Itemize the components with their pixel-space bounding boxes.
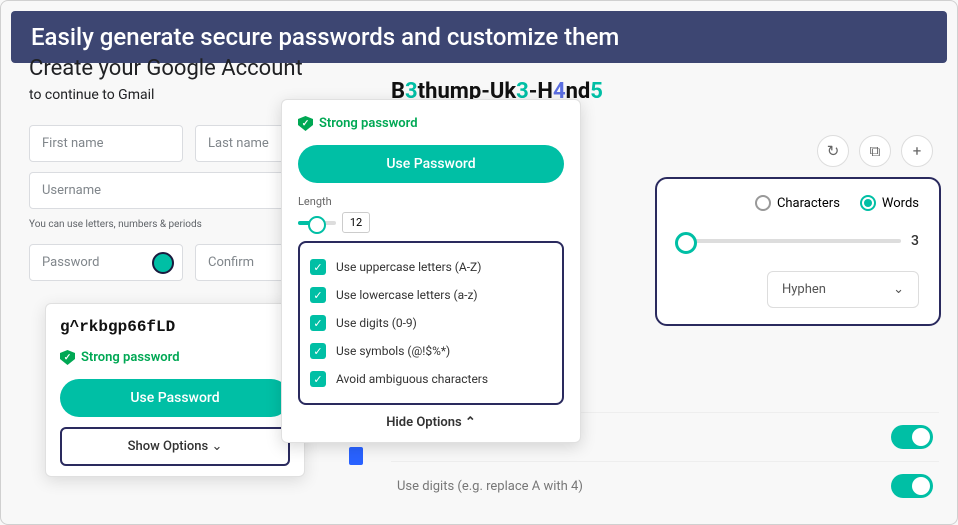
use-password-button[interactable]: Use Password	[298, 145, 564, 183]
option-uppercase[interactable]: ✓Use uppercase letters (A-Z)	[308, 253, 554, 281]
word-count-value: 3	[911, 233, 919, 249]
length-slider[interactable]	[298, 221, 336, 225]
generated-password: g^rkbgp66fLD	[60, 318, 290, 336]
chevron-down-icon: ⌄	[211, 439, 222, 454]
mode-characters-radio[interactable]: Characters	[755, 195, 840, 211]
options-box: ✓Use uppercase letters (A-Z) ✓Use lowerc…	[298, 241, 564, 405]
chevron-down-icon: ⌄	[893, 282, 904, 297]
mode-words-radio[interactable]: Words	[860, 195, 919, 211]
password-field[interactable]: Password	[29, 244, 183, 281]
refresh-button[interactable]: ↻	[817, 135, 849, 167]
checkbox-icon: ✓	[310, 287, 326, 303]
option-digits[interactable]: ✓Use digits (0-9)	[308, 309, 554, 337]
blue-indicator	[349, 447, 363, 465]
separator-select[interactable]: Hyphen ⌄	[767, 271, 919, 308]
checkbox-icon: ✓	[310, 259, 326, 275]
page-title: Create your Google Account	[29, 56, 349, 81]
radio-selected-icon	[860, 195, 876, 211]
checkbox-icon: ✓	[310, 315, 326, 331]
option-lowercase[interactable]: ✓Use lowercase letters (a-z)	[308, 281, 554, 309]
password-strength: Strong password	[60, 350, 290, 365]
toggle-switch-1[interactable]	[891, 425, 933, 449]
radio-icon	[755, 195, 771, 211]
length-value[interactable]: 12	[342, 212, 370, 233]
toggle-row-digits: Use digits (e.g. replace A with 4)	[391, 461, 939, 510]
toggle-switch-digits[interactable]	[891, 474, 933, 498]
password-strength: Strong password	[298, 116, 564, 131]
refresh-icon: ↻	[827, 142, 840, 160]
checkbox-icon: ✓	[310, 343, 326, 359]
password-manager-icon[interactable]	[152, 252, 174, 274]
hide-options-button[interactable]: Hide Options ⌃	[298, 415, 564, 430]
add-button[interactable]: +	[901, 135, 933, 167]
option-symbols[interactable]: ✓Use symbols (@!$%*)	[308, 337, 554, 365]
plus-icon: +	[913, 142, 922, 160]
copy-icon: ⧉	[870, 142, 881, 160]
length-label: Length	[298, 195, 564, 208]
shield-check-icon	[60, 350, 75, 365]
option-ambiguous[interactable]: ✓Avoid ambiguous characters	[308, 365, 554, 393]
password-popup-small: g^rkbgp66fLD Strong password Use Passwor…	[45, 303, 305, 477]
password-popup-expanded: Strong password Use Password Length 12 ✓…	[281, 99, 581, 443]
chevron-up-icon: ⌃	[465, 415, 476, 430]
use-password-button[interactable]: Use Password	[60, 379, 290, 417]
show-options-button[interactable]: Show Options ⌄	[60, 427, 290, 466]
word-count-slider[interactable]	[677, 239, 901, 243]
checkbox-icon: ✓	[310, 371, 326, 387]
copy-button[interactable]: ⧉	[859, 135, 891, 167]
passphrase-options-box: Characters Words 3 Hyphen ⌄	[655, 177, 941, 326]
first-name-field[interactable]: First name	[29, 125, 183, 162]
shield-check-icon	[298, 116, 313, 131]
